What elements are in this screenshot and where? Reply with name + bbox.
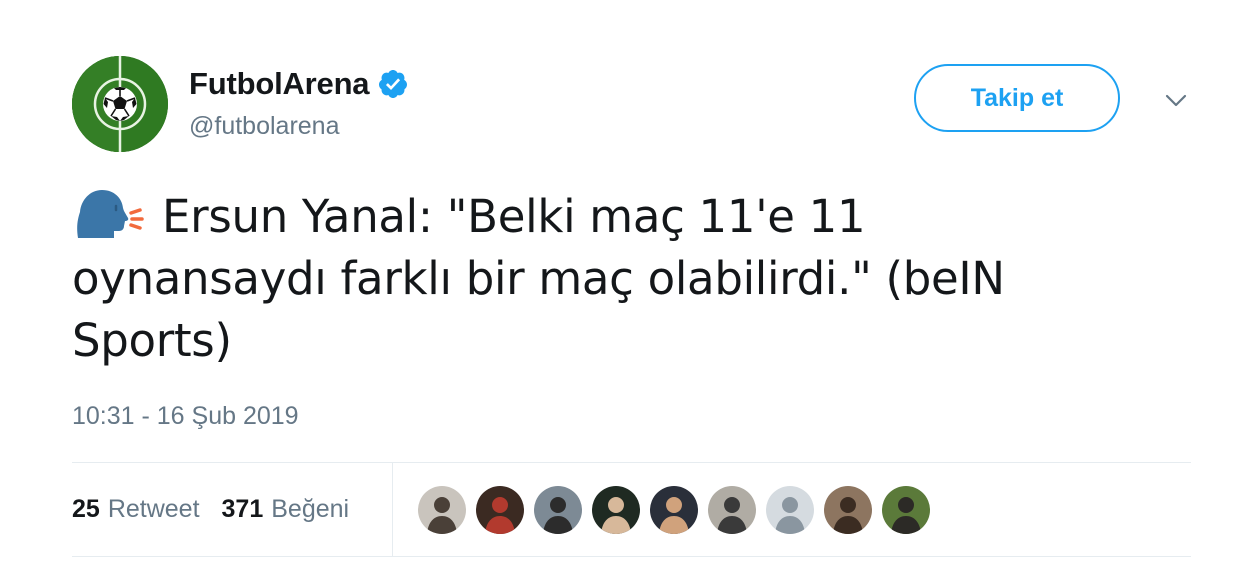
user-avatar-icon (824, 486, 872, 534)
liker-avatar[interactable] (476, 486, 524, 534)
tweet-stats: 25 Retweet 371 Beğeni (72, 462, 371, 556)
user-avatar-icon (882, 486, 930, 534)
soccer-ball-field-icon (72, 56, 168, 152)
tweet-text: Ersun Yanal: "Belki maç 11'e 11 oynansay… (72, 190, 1005, 367)
liker-avatar[interactable] (824, 486, 872, 534)
liker-avatar[interactable] (650, 486, 698, 534)
liker-avatar[interactable] (882, 486, 930, 534)
chevron-down-icon[interactable] (1164, 88, 1188, 112)
retweet-count: 25 (72, 494, 100, 523)
tweet-body: Ersun Yanal: "Belki maç 11'e 11 oynansay… (72, 186, 1132, 372)
author-name-block[interactable]: FutbolArena @futbolarena (189, 66, 409, 141)
user-avatar-icon (708, 486, 756, 534)
like-stat[interactable]: 371 Beğeni (222, 495, 350, 524)
liker-avatar[interactable] (534, 486, 582, 534)
liker-avatar[interactable] (708, 486, 756, 534)
follow-button[interactable]: Takip et (914, 64, 1120, 132)
display-name-row: FutbolArena (189, 66, 409, 102)
user-avatar-icon (592, 486, 640, 534)
likers-avatars (418, 486, 940, 534)
stats-divider-bottom (72, 556, 1191, 557)
user-avatar-icon (476, 486, 524, 534)
user-avatar-icon (418, 486, 466, 534)
like-count: 371 (221, 494, 264, 523)
retweet-label: Retweet (107, 494, 200, 523)
user-avatar-icon (650, 486, 698, 534)
tweet-header: FutbolArena @futbolarena Takip et (72, 56, 1197, 156)
retweet-stat[interactable]: 25 Retweet (72, 495, 200, 524)
author-display-name[interactable]: FutbolArena (189, 66, 370, 102)
liker-avatar[interactable] (418, 486, 466, 534)
author-avatar[interactable] (72, 56, 168, 152)
user-avatar-icon (766, 486, 814, 534)
verified-badge-icon (377, 68, 409, 100)
liker-avatar[interactable] (766, 486, 814, 534)
stats-separator (392, 462, 393, 556)
user-avatar-icon (534, 486, 582, 534)
speaking-head-icon (72, 186, 144, 244)
like-label: Beğeni (271, 494, 350, 523)
tweet-timestamp[interactable]: 10:31 - 16 Şub 2019 (72, 402, 299, 431)
author-handle[interactable]: @futbolarena (189, 112, 409, 141)
liker-avatar[interactable] (592, 486, 640, 534)
